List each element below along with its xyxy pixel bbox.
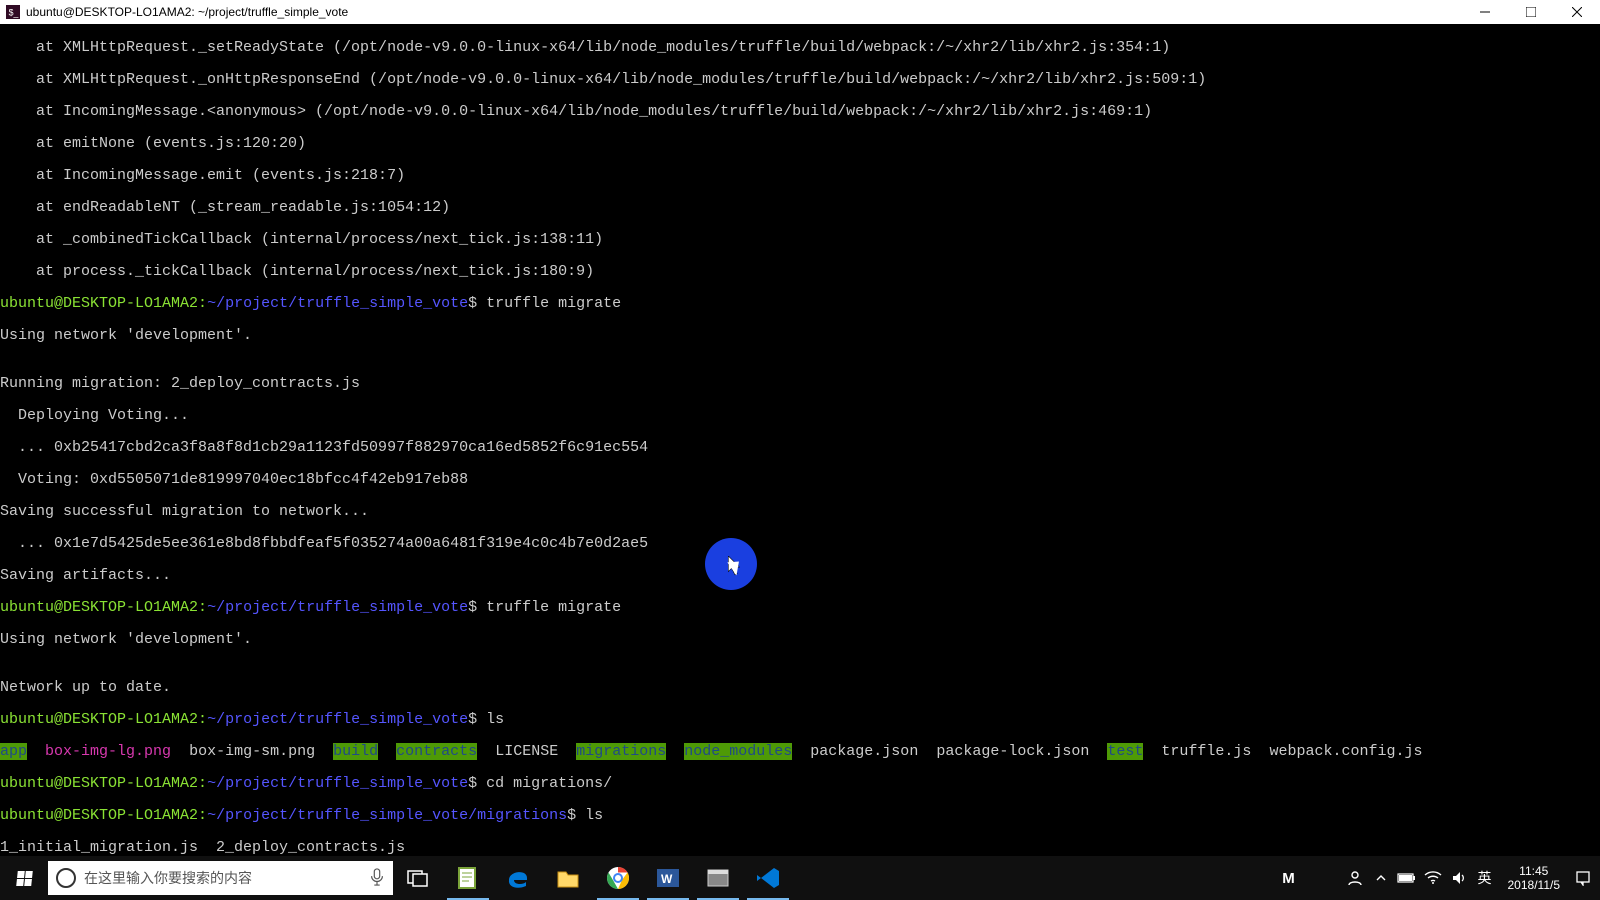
search-box[interactable]: 在这里输入你要搜索的内容 (48, 861, 393, 895)
search-placeholder: 在这里输入你要搜索的内容 (84, 868, 252, 888)
output-line: ... 0xb25417cbd2ca3f8a8f8d1cb29a1123fd50… (0, 440, 1600, 456)
window-titlebar: $_ ubuntu@DESKTOP-LO1AMA2: ~/project/tru… (0, 0, 1600, 24)
taskbar-apps: W (393, 856, 793, 900)
ls-output: app box-img-lg.png box-img-sm.png build … (0, 744, 1600, 760)
clock-date: 2018/11/5 (1508, 878, 1561, 892)
stack-line: at XMLHttpRequest._onHttpResponseEnd (/o… (0, 72, 1600, 88)
stack-line: at XMLHttpRequest._setReadyState (/opt/n… (0, 40, 1600, 56)
cmd-migrate: truffle migrate (486, 295, 621, 312)
window-controls (1462, 0, 1600, 24)
tray-volume-icon[interactable] (1446, 856, 1472, 900)
clock-time: 11:45 (1508, 864, 1561, 878)
system-tray: M 英 11:45 2018/11/5 (1276, 856, 1600, 900)
tray-ime-lang[interactable]: 英 (1472, 856, 1498, 900)
output-line: Saving successful migration to network..… (0, 504, 1600, 520)
stack-line: at IncomingMessage.emit (events.js:218:7… (0, 168, 1600, 184)
tray-notifications-icon[interactable] (1570, 856, 1596, 900)
minimize-button[interactable] (1462, 0, 1508, 24)
taskbar-app-edge[interactable] (493, 856, 543, 900)
output-line: 1_initial_migration.js 2_deploy_contract… (0, 840, 1600, 856)
stack-line: at process._tickCallback (internal/proce… (0, 264, 1600, 280)
stack-line: at IncomingMessage.<anonymous> (/opt/nod… (0, 104, 1600, 120)
taskbar-app-chrome[interactable] (593, 856, 643, 900)
task-view-button[interactable] (393, 856, 443, 900)
prompt-path: ~/project/truffle_simple_vote (207, 295, 468, 312)
close-button[interactable] (1554, 0, 1600, 24)
maximize-button[interactable] (1508, 0, 1554, 24)
cmd-ls: ls (585, 807, 603, 824)
tray-clock[interactable]: 11:45 2018/11/5 (1498, 864, 1571, 892)
taskbar-app-vscode[interactable] (743, 856, 793, 900)
microphone-icon[interactable] (369, 868, 385, 889)
output-line: Saving artifacts... (0, 568, 1600, 584)
taskbar-app-terminal[interactable] (693, 856, 743, 900)
svg-text:W: W (661, 872, 673, 886)
taskbar-app-word[interactable]: W (643, 856, 693, 900)
output-line: Voting: 0xd5505071de819997040ec18bfcc4f4… (0, 472, 1600, 488)
output-line: ... 0x1e7d5425de5ee361e8bd8fbbdfeaf5f035… (0, 536, 1600, 552)
tray-wifi-icon[interactable] (1420, 856, 1446, 900)
stack-line: at emitNone (events.js:120:20) (0, 136, 1600, 152)
start-button[interactable] (0, 856, 48, 900)
stack-line: at _combinedTickCallback (internal/proce… (0, 232, 1600, 248)
output-line: Running migration: 2_deploy_contracts.js (0, 376, 1600, 392)
tray-people-icon[interactable] (1342, 856, 1368, 900)
cortana-icon (56, 868, 76, 888)
output-line: Using network 'development'. (0, 328, 1600, 344)
terminal-body[interactable]: at XMLHttpRequest._setReadyState (/opt/n… (0, 24, 1600, 856)
cmd-migrate: truffle migrate (486, 599, 621, 616)
stack-line: at endReadableNT (_stream_readable.js:10… (0, 200, 1600, 216)
output-line: Using network 'development'. (0, 632, 1600, 648)
window-title: ubuntu@DESKTOP-LO1AMA2: ~/project/truffl… (26, 5, 348, 19)
taskbar-app-explorer[interactable] (543, 856, 593, 900)
output-line: Network up to date. (0, 680, 1600, 696)
tray-chevron-up-icon[interactable] (1368, 856, 1394, 900)
windows-logo-icon (16, 871, 33, 886)
cmd-cd: cd migrations/ (486, 775, 612, 792)
output-line: Deploying Voting... (0, 408, 1600, 424)
cmd-ls: ls (486, 711, 504, 728)
taskbar: 在这里输入你要搜索的内容 W M 英 11:45 2018/11/5 (0, 856, 1600, 900)
tray-battery-icon[interactable] (1394, 856, 1420, 900)
prompt-user: ubuntu@DESKTOP-LO1AMA2 (0, 295, 198, 312)
svg-text:$_: $_ (9, 8, 19, 18)
terminal-icon: $_ (6, 5, 20, 19)
tray-ime-letter[interactable]: M (1276, 856, 1302, 900)
taskbar-app-notepad[interactable] (443, 856, 493, 900)
